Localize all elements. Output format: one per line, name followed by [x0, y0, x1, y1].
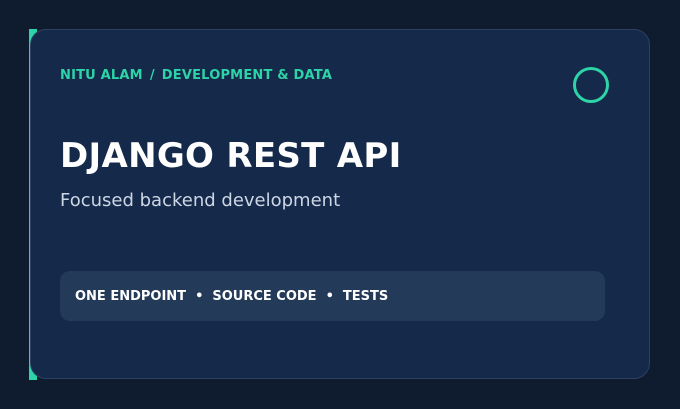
feature-separator: • [195, 288, 204, 304]
page-subtitle: Focused backend development [60, 190, 341, 211]
page-title: DJANGO REST API [60, 136, 402, 176]
author-label: NITU ALAM [60, 68, 143, 83]
feature-strip: ONE ENDPOINT • SOURCE CODE • TESTS [60, 271, 605, 321]
ring-icon [573, 67, 609, 103]
breadcrumb-separator: / [149, 68, 155, 83]
feature-separator: • [325, 288, 334, 304]
feature-item: TESTS [342, 288, 389, 304]
feature-item: ONE ENDPOINT [75, 288, 187, 304]
breadcrumb: NITU ALAM / DEVELOPMENT & DATA [60, 68, 332, 83]
page: NITU ALAM / DEVELOPMENT & DATA DJANGO REST… [0, 0, 680, 409]
feature-item: SOURCE CODE [212, 288, 317, 304]
project-card: NITU ALAM / DEVELOPMENT & DATA DJANGO REST… [30, 29, 650, 379]
category-label: DEVELOPMENT & DATA [161, 68, 333, 83]
